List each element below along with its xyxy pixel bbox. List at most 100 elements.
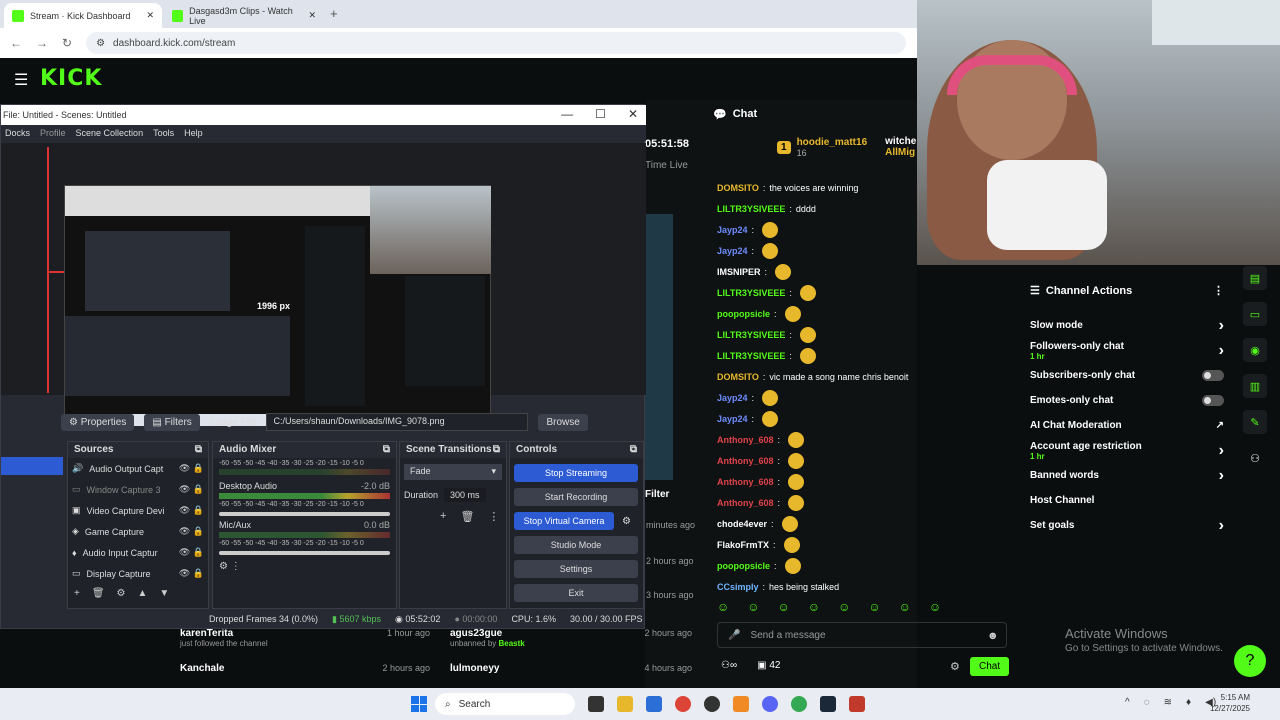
source-item[interactable]: ♦ Audio Input Captur 👁 🔒: [68, 542, 208, 563]
chat-username[interactable]: LILTR3YSIVEEE: [717, 351, 785, 361]
chevron-right-icon[interactable]: ›: [1219, 442, 1224, 460]
chevron-right-icon[interactable]: ›: [1219, 517, 1224, 535]
network-icon[interactable]: ◌: [1144, 697, 1150, 708]
chat-username[interactable]: poopopsicle: [717, 561, 770, 571]
browse-button[interactable]: Browse: [538, 413, 588, 431]
pinned-username-3[interactable]: AllMig: [885, 147, 916, 158]
emote-icon[interactable]: ☺: [899, 600, 911, 614]
toggle-switch[interactable]: [1202, 395, 1224, 406]
browser-tab-clips[interactable]: Dasgasd3m Clips - Watch Live ✕: [164, 3, 324, 28]
start-recording-button[interactable]: Start Recording: [514, 488, 638, 506]
emote-icon[interactable]: ☺: [868, 600, 880, 614]
chat-username[interactable]: LILTR3YSIVEEE: [717, 330, 785, 340]
settings-button[interactable]: Settings: [514, 560, 638, 578]
chat-username[interactable]: Anthony_608: [717, 435, 774, 445]
windows-start-icon[interactable]: [411, 696, 427, 712]
channel-action-item[interactable]: Slow mode ›: [1022, 313, 1232, 338]
obs-icon[interactable]: [704, 696, 720, 712]
source-item[interactable]: 🔊 Audio Output Capt 👁 🔒: [68, 458, 208, 479]
channel-action-item[interactable]: Account age restriction 1 hr ›: [1022, 438, 1232, 463]
chrome-icon[interactable]: [675, 696, 691, 712]
steam-icon[interactable]: [820, 696, 836, 712]
visibility-icon[interactable]: 👁 🔒: [179, 568, 208, 579]
selected-scene[interactable]: [1, 457, 63, 475]
more-icon[interactable]: ⋮: [488, 510, 499, 523]
volume-slider[interactable]: [219, 551, 390, 555]
emoji-picker-icon[interactable]: ☻: [987, 630, 999, 642]
feed-user[interactable]: agus23gue: [450, 628, 502, 639]
trash-icon[interactable]: 🗑: [460, 510, 474, 523]
toggle-switch[interactable]: [1202, 370, 1224, 381]
volume-slider[interactable]: [219, 512, 390, 516]
taskbar-clock[interactable]: 5:15 AM 12/27/2025: [1210, 692, 1250, 714]
channel-action-item[interactable]: Set goals ›: [1022, 513, 1232, 538]
menu-help[interactable]: Help: [184, 128, 203, 138]
duration-field[interactable]: 300 ms: [444, 488, 486, 502]
back-icon[interactable]: ←: [10, 36, 22, 50]
forward-icon[interactable]: →: [36, 36, 48, 50]
chat-username[interactable]: Jayp24: [717, 414, 748, 424]
mixer-settings-icon[interactable]: ⚙ ⋮: [213, 557, 396, 576]
channel-action-item[interactable]: AI Chat Moderation ↗: [1022, 413, 1232, 438]
users-icon[interactable]: ⚇∞: [721, 660, 737, 671]
emote-icon[interactable]: ☺: [778, 600, 790, 614]
vlc-icon[interactable]: [733, 696, 749, 712]
move-up-icon[interactable]: ▲: [138, 588, 148, 599]
obs-preview[interactable]: 1996 px: [1, 143, 646, 426]
sidebar-item-chat[interactable]: ▭: [1243, 302, 1267, 326]
chat-username[interactable]: chode4ever: [717, 519, 767, 529]
store-icon[interactable]: [646, 696, 662, 712]
app-icon[interactable]: [849, 696, 865, 712]
chat-username[interactable]: Jayp24: [717, 246, 748, 256]
new-tab-icon[interactable]: +: [330, 6, 338, 21]
pinned-username[interactable]: hoodie_matt16: [797, 137, 868, 148]
chrome-alt-icon[interactable]: [791, 696, 807, 712]
visibility-icon[interactable]: 👁 🔒: [179, 484, 208, 495]
channel-action-item[interactable]: Banned words ›: [1022, 463, 1232, 488]
emote-icon[interactable]: ☺: [929, 600, 941, 614]
maximize-icon[interactable]: ☐: [595, 107, 606, 121]
taskbar-search[interactable]: ⌕ Search: [435, 693, 575, 715]
channel-action-item[interactable]: Host Channel: [1022, 488, 1232, 513]
emote-icon[interactable]: ☺: [717, 600, 729, 614]
chat-username[interactable]: Anthony_608: [717, 456, 774, 466]
trash-icon[interactable]: 🗑: [92, 588, 105, 599]
microphone-icon[interactable]: 🎤: [728, 630, 740, 641]
channel-action-item[interactable]: Emotes-only chat: [1022, 388, 1232, 413]
visibility-icon[interactable]: 👁 🔒: [179, 463, 208, 474]
gear-icon[interactable]: ⚙: [117, 588, 126, 599]
chat-username[interactable]: FlakoFrmTX: [717, 540, 769, 550]
minimize-icon[interactable]: —: [561, 107, 573, 121]
source-item[interactable]: ▭ Window Capture 3 👁 🔒: [68, 479, 208, 500]
chat-username[interactable]: IMSNIPER: [717, 267, 761, 277]
send-message-input[interactable]: 🎤 Send a message: [717, 622, 1007, 648]
exit-button[interactable]: Exit: [514, 584, 638, 602]
channel-action-item[interactable]: Followers-only chat 1 hr ›: [1022, 338, 1232, 363]
move-down-icon[interactable]: ▼: [159, 588, 169, 599]
filters-button[interactable]: ▤ Filters: [144, 413, 200, 431]
sidebar-item-tools[interactable]: ✎: [1243, 410, 1267, 434]
chat-username[interactable]: DOMSITO: [717, 372, 759, 382]
chat-username[interactable]: Anthony_608: [717, 477, 774, 487]
menu-docks[interactable]: Docks: [5, 128, 30, 138]
chat-username[interactable]: Jayp24: [717, 225, 748, 235]
dock-float-icon[interactable]: ⧉: [493, 444, 500, 456]
emote-icon[interactable]: ☺: [808, 600, 820, 614]
add-icon[interactable]: +: [74, 588, 80, 599]
menu-scene-collection[interactable]: Scene Collection: [76, 128, 144, 138]
add-icon[interactable]: +: [440, 510, 446, 523]
chat-username[interactable]: poopopsicle: [717, 309, 770, 319]
visibility-icon[interactable]: 👁 🔒: [179, 547, 208, 558]
browser-tab-dashboard[interactable]: Stream · Kick Dashboard ✕: [4, 3, 162, 28]
dock-float-icon[interactable]: ⧉: [630, 444, 637, 456]
feed-user[interactable]: Kanchale: [180, 663, 224, 674]
chat-username[interactable]: DOMSITO: [717, 183, 759, 193]
microphone-icon[interactable]: ♦: [1186, 697, 1191, 708]
stop-streaming-button[interactable]: Stop Streaming: [514, 464, 638, 482]
close-tab-icon[interactable]: ✕: [308, 10, 316, 21]
site-info-icon[interactable]: ⚙: [96, 38, 105, 49]
external-link-icon[interactable]: ↗: [1216, 420, 1224, 431]
chat-username[interactable]: LILTR3YSIVEEE: [717, 204, 785, 214]
chevron-right-icon[interactable]: ›: [1219, 317, 1224, 335]
chat-username[interactable]: Jayp24: [717, 393, 748, 403]
